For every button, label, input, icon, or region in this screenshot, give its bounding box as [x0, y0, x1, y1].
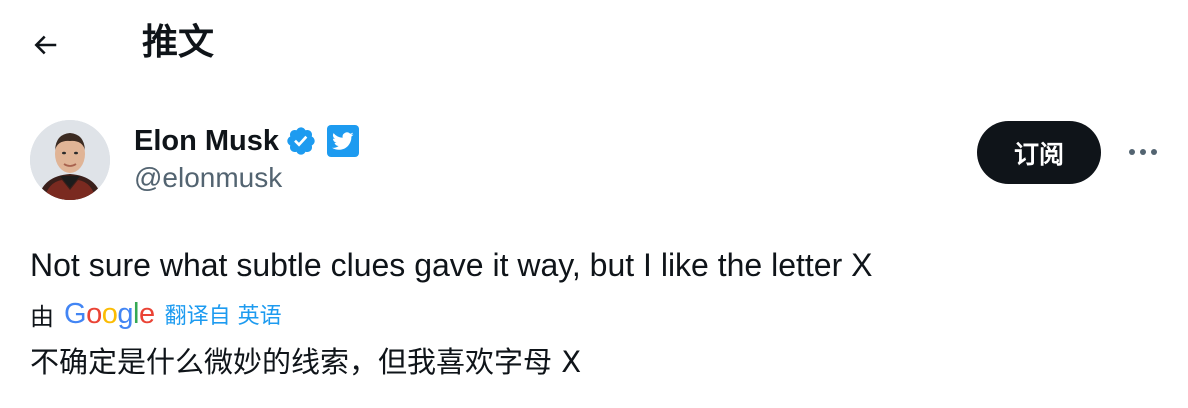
author-name[interactable]: Elon Musk	[134, 125, 279, 158]
author-handle[interactable]: @elonmusk	[134, 162, 282, 194]
translation-prefix: 由	[30, 302, 54, 331]
google-logo-letter: o	[86, 297, 102, 330]
ellipsis-icon	[1127, 147, 1159, 157]
tweet-text: Not sure what subtle clues gave it way, …	[30, 247, 873, 283]
google-logo-letter: g	[117, 297, 133, 330]
google-logo-letter: G	[64, 297, 87, 330]
translated-from-link[interactable]: 翻译自 英语	[165, 298, 282, 330]
page-title: 推文	[142, 22, 215, 63]
more-options-button[interactable]	[1120, 132, 1166, 172]
google-logo-letter: e	[138, 297, 155, 330]
translated-tweet-text: 不确定是什么微妙的线索，但我喜欢字母 X	[30, 345, 582, 379]
back-button[interactable]	[22, 22, 68, 68]
twitter-bird-icon[interactable]	[327, 125, 360, 157]
google-logo-letter: o	[101, 297, 118, 330]
google-logo: Google	[64, 297, 155, 330]
translation-attribution: 由 Google 翻译自 英语	[30, 296, 282, 332]
verified-badge-icon[interactable]	[285, 125, 317, 157]
avatar[interactable]	[30, 120, 110, 200]
subscribe-button[interactable]: 订阅	[977, 121, 1101, 184]
arrow-left-icon	[30, 30, 60, 60]
author-name-row: Elon Musk	[134, 122, 360, 160]
tweet-header: 推文	[0, 0, 1188, 90]
